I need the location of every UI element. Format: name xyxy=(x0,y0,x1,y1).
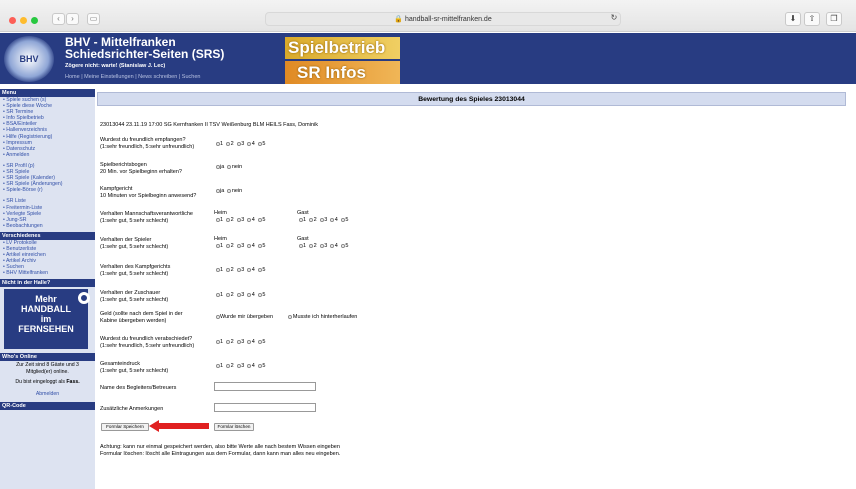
gast-label: Gast xyxy=(297,210,309,216)
q-scale: Kabine übergeben werden) xyxy=(100,317,167,324)
question-gesamteindruck: Gesamteindruck (1:sehr gut, 5:sehr schlec… xyxy=(100,361,168,374)
page-title: Bewertung des Spieles 23013044 xyxy=(97,92,846,106)
logout-link[interactable]: Abmelden xyxy=(0,390,95,399)
q-text: Verhalten des Kampfgerichts xyxy=(100,264,171,270)
begleiter-label: Name des Begleiters/Betreuers xyxy=(100,385,177,391)
halle-header: Nicht in der Halle? xyxy=(0,279,95,288)
q-scale: (1:sehr gut, 5:sehr schlecht) xyxy=(100,367,169,374)
sidebar-link[interactable]: • BHV Mittelfranken xyxy=(0,270,95,276)
sr-infos-badge: SR Infos xyxy=(285,61,400,84)
bhv-logo: BHV xyxy=(4,36,54,82)
geld-options[interactable]: Wurde mir übergeben Musste ich hinterher… xyxy=(214,314,357,320)
yesno-spielbericht[interactable]: ja nein xyxy=(214,164,242,170)
sidebar-link[interactable]: • Beobachtungen xyxy=(0,223,95,229)
q-text: Verhalten Mannschaftsverantwortliche xyxy=(100,211,193,217)
downloads-icon[interactable]: ⬇ xyxy=(785,12,801,26)
q-text: Gesamteindruck xyxy=(100,361,141,367)
rating-empfang[interactable]: 1 2 3 4 5 xyxy=(214,141,265,147)
heim-label: Heim xyxy=(214,236,227,242)
q-text: Wurdest du freundlich verabschiedet? xyxy=(100,336,193,342)
main-content: Bewertung des Spieles 23013044 23013044 … xyxy=(97,89,846,489)
q-scale: 10 Minuten vor Spielbeginn anwesend? xyxy=(100,192,197,199)
game-info: 23013044 23.11.19 17:00 SG Kernfranken I… xyxy=(100,122,318,128)
save-button[interactable]: Formlar Speichern xyxy=(101,423,149,431)
share-icon[interactable]: ⇧ xyxy=(804,12,820,26)
q-text: Wurdest du freundlich empfangen? xyxy=(100,137,186,143)
note-save: Achtung: kann nur einmal gespeichert wer… xyxy=(100,444,340,450)
anmerkungen-label: Zusätzliche Anmerkungen xyxy=(100,406,164,412)
rating-kampfgericht[interactable]: 1 2 3 4 5 xyxy=(214,267,265,273)
url-text: handball-sr-mittelfranken.de xyxy=(404,16,492,23)
clear-button[interactable]: Formlar löschen xyxy=(214,423,254,431)
ad-line: FERNSEHEN xyxy=(18,324,74,335)
anmerkungen-input[interactable] xyxy=(214,403,316,412)
q-text: Verhalten der Spieler xyxy=(100,237,152,243)
q-text: Geld (sollte nach dem Spiel in der xyxy=(100,311,183,317)
question-kampfgericht: Kampfgericht 10 Minuten vor Spielbeginn a… xyxy=(100,186,196,199)
begleiter-input[interactable] xyxy=(214,382,316,391)
ad-line: Mehr xyxy=(35,294,57,305)
note-clear: Formular löschen: löscht alle Eintragung… xyxy=(100,450,341,457)
question-mannschaftsverantwortliche: Verhalten Mannschaftsverantwortliche (1:s… xyxy=(100,211,193,224)
tabs-icon[interactable]: ❐ xyxy=(826,12,842,26)
site-quote: Zögere nicht: warte! (Stanislaw J. Lec) xyxy=(65,63,166,69)
yesno-kampfgericht[interactable]: ja nein xyxy=(214,188,242,194)
heim-label: Heim xyxy=(214,210,227,216)
ad-ring-icon xyxy=(78,292,90,305)
zoom-window-button[interactable] xyxy=(31,17,38,24)
forward-icon[interactable]: › xyxy=(66,13,79,25)
rating-mv-heim[interactable]: 1 2 3 4 5 xyxy=(214,217,265,223)
question-spielbericht: Spielberichtsbogen 20 Min. vor Spielbegin… xyxy=(100,162,182,175)
online-header: Who's Online xyxy=(0,353,95,362)
rating-mv-gast[interactable]: 1 2 3 4 5 xyxy=(297,217,348,223)
online-text: Zur Zeit sind 8 Gäste und 3 Mitglied(er)… xyxy=(16,362,79,375)
login-user: Fass. xyxy=(66,379,80,386)
gast-label: Gast xyxy=(297,236,309,242)
rating-gesamteindruck[interactable]: 1 2 3 4 5 xyxy=(214,363,265,369)
close-window-button[interactable] xyxy=(9,17,16,24)
rating-verabschiedet[interactable]: 1 2 3 4 5 xyxy=(214,339,265,345)
sidebar: Menu • Spiele suchen (s) • Spiele diese W… xyxy=(0,89,95,489)
back-icon[interactable]: ‹ xyxy=(52,13,65,25)
ad-line: im xyxy=(40,314,52,325)
q-scale: (1:sehr freundlich, 5:sehr unfreundlich) xyxy=(100,143,195,150)
q-scale: (1:sehr gut, 5:sehr schlecht) xyxy=(100,270,169,277)
misc-header: Verschiedenes xyxy=(0,231,95,240)
handball-tv-ad[interactable]: Mehr HANDBALL im FERNSEHEN xyxy=(4,289,90,350)
question-verabschiedet: Wurdest du freundlich verabschiedet? (1:s… xyxy=(100,336,194,349)
menu-header: Menu xyxy=(0,89,95,97)
q-scale: (1:sehr gut, 5:sehr schlecht) xyxy=(100,243,169,250)
browser-toolbar: ‹ › ▭ 🔒 handball-sr-mittelfranken.de ↻ ⬇… xyxy=(0,0,856,32)
q-text: Kampfgericht xyxy=(100,186,133,192)
question-geld: Geld (sollte nach dem Spiel in der Kabine… xyxy=(100,311,183,324)
question-empfang: Wurdest du freundlich empfangen? (1:sehr … xyxy=(100,137,194,150)
lock-icon: 🔒 xyxy=(394,16,403,23)
reload-icon[interactable]: ↻ xyxy=(606,12,622,26)
q-text: Verhalten der Zuschauer xyxy=(100,290,161,296)
address-bar[interactable]: 🔒 handball-sr-mittelfranken.de xyxy=(265,12,621,26)
question-spieler: Verhalten der Spieler (1:sehr gut, 5:sehr… xyxy=(100,237,168,250)
question-zuschauer: Verhalten der Zuschauer (1:sehr gut, 5:se… xyxy=(100,290,168,303)
site-banner: BHV - Mittelfranken Schiedsrichter-Seite… xyxy=(0,33,856,84)
rating-zuschauer[interactable]: 1 2 3 4 5 xyxy=(214,292,265,298)
rating-spieler-gast[interactable]: 1 2 3 4 5 xyxy=(297,243,348,249)
sidebar-toggle-icon[interactable]: ▭ xyxy=(87,13,100,25)
q-scale: (1:sehr gut, 5:sehr schlecht) xyxy=(100,217,169,224)
spielbetrieb-badge: Spielbetrieb xyxy=(285,37,400,59)
ad-line: HANDBALL xyxy=(21,304,71,315)
red-arrow-icon xyxy=(149,420,209,432)
top-nav[interactable]: Home | Meine Einstellungen | News schrei… xyxy=(65,74,200,80)
rating-spieler-heim[interactable]: 1 2 3 4 5 xyxy=(214,243,265,249)
site-subtitle: Schiedsrichter-Seiten (SRS) xyxy=(65,47,225,61)
q-scale: (1:sehr gut, 5:sehr schlecht) xyxy=(100,296,169,303)
login-status: Du bist eingeloggt als Fass. xyxy=(0,378,95,387)
q-scale: (1:sehr freundlich, 5:sehr unfreundlich) xyxy=(100,342,195,349)
qr-header: QR-Code xyxy=(0,402,95,411)
notes: Achtung: kann nur einmal gespeichert wer… xyxy=(100,444,340,458)
question-kampfgericht-verhalten: Verhalten des Kampfgerichts (1:sehr gut, … xyxy=(100,264,170,277)
minimize-window-button[interactable] xyxy=(20,17,27,24)
login-prefix: Du bist eingeloggt als xyxy=(15,379,67,386)
q-text: Spielberichtsbogen xyxy=(100,162,147,168)
q-scale: 20 Min. vor Spielbeginn erhalten? xyxy=(100,168,182,175)
